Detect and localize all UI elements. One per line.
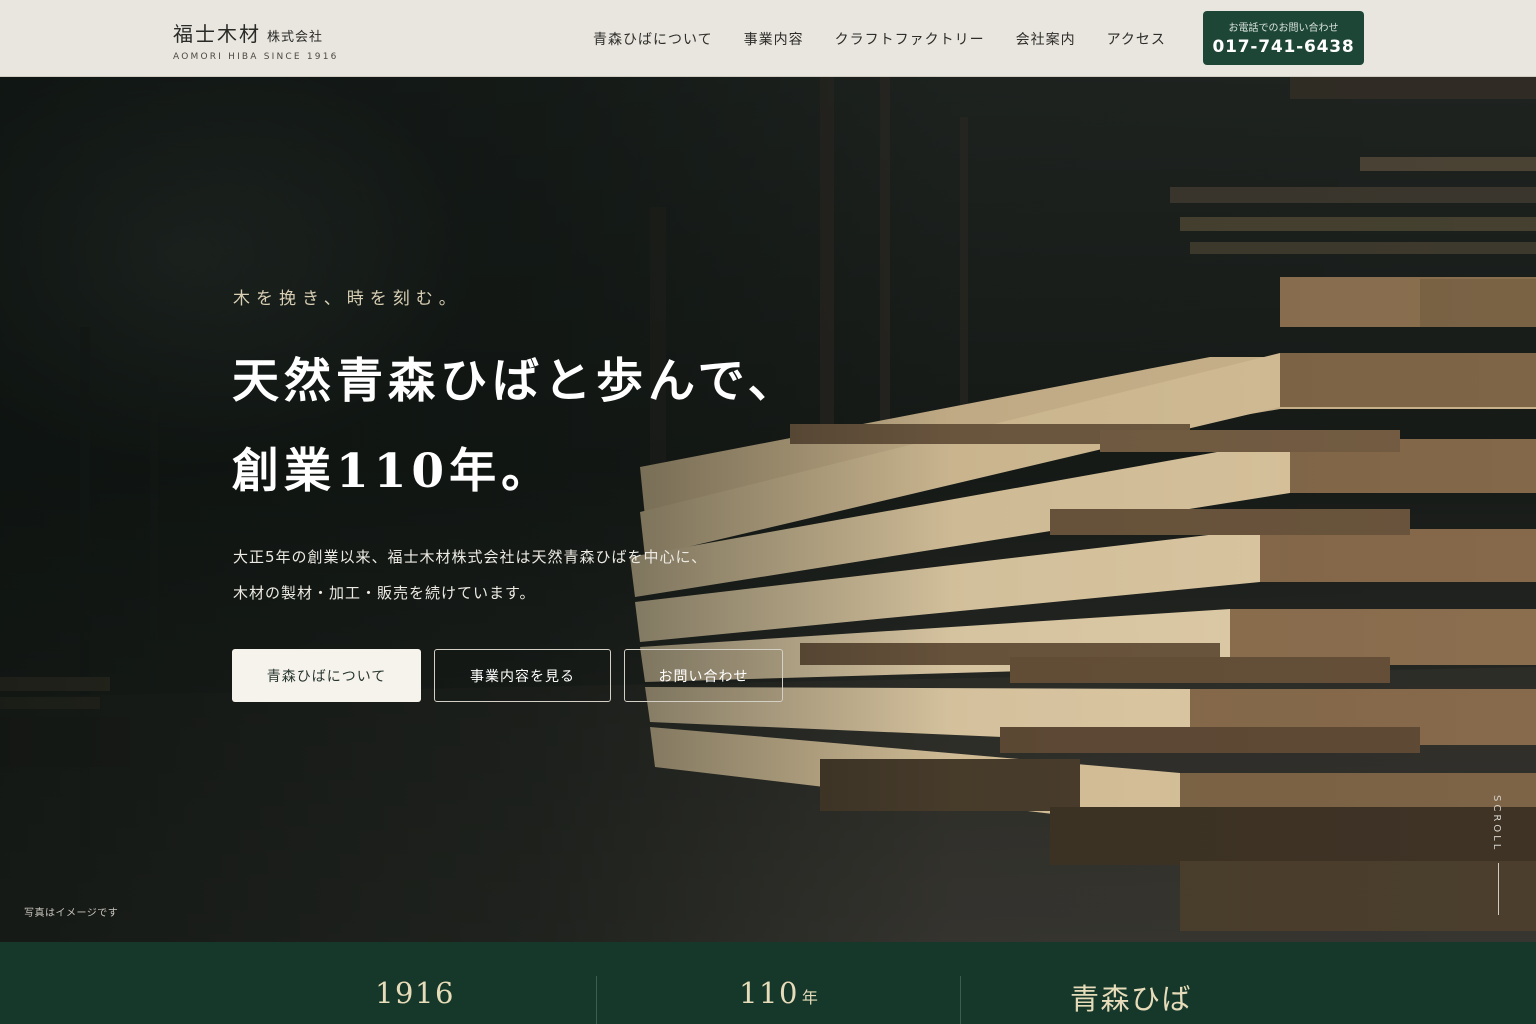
phone-label: お電話でのお問い合わせ [1228,23,1339,34]
nav-item-company[interactable]: 会社案内 [1016,29,1076,49]
nav-item-business[interactable]: 事業内容 [744,29,804,49]
hero-headline-line1: 天然青森ひばと歩んで、 [232,354,800,409]
stat-value: 1916 [375,976,455,1010]
scroll-line [1498,863,1499,915]
phone-number: 017-741-6438 [1212,37,1355,57]
nav-item-aomori-hiba[interactable]: 青森ひばについて [593,29,713,49]
hero-section: 木を挽き、時を刻む。 天然青森ひばと歩んで、 創業110年。 大正5年の創業以来… [0,77,1536,942]
hero-tagline: 木を挽き、時を刻む。 [233,289,462,309]
stat-unit: 年 [801,988,818,1007]
main-nav: 青森ひばについて 事業内容 クラフトファクトリー 会社案内 アクセス [593,29,1197,49]
about-hiba-button[interactable]: 青森ひばについて [232,649,421,702]
stats-band: 1916 110 年 青森ひば [0,942,1536,1024]
view-business-button[interactable]: 事業内容を見る [434,649,611,702]
photo-disclaimer: 写真はイメージです [24,908,119,919]
brand-logo[interactable]: 福士木材 株式会社 AOMORI HIBA SINCE 1916 [173,18,339,62]
hero-description-line2: 木材の製材・加工・販売を続けています。 [233,584,536,602]
phone-contact-button[interactable]: お電話でのお問い合わせ 017-741-6438 [1203,11,1364,65]
stat-value: 110 [739,976,799,1010]
hero-headline: 天然青森ひばと歩んで、 創業110年。 [232,337,800,517]
hero-description: 大正5年の創業以来、福士木材株式会社は天然青森ひばを中心に、 木材の製材・加工・… [233,539,707,611]
scroll-indicator[interactable]: SCROLL [1491,795,1502,852]
nav-item-access[interactable]: アクセス [1107,29,1166,49]
site-header: 福士木材 株式会社 AOMORI HIBA SINCE 1916 青森ひばについて… [0,0,1536,77]
hero-headline-line2: 創業110年。 [232,444,554,499]
contact-button[interactable]: お問い合わせ [624,649,783,702]
stat-founded-year: 1916 [234,976,596,1010]
hero-description-line1: 大正5年の創業以来、福士木材株式会社は天然青森ひばを中心に、 [233,548,708,566]
nav-item-craft-factory[interactable]: クラフトファクトリー [835,29,985,49]
stat-material: 青森ひば [961,976,1301,1018]
brand-name: 福士木材 [173,22,261,46]
stat-years: 110 年 [597,976,960,1010]
brand-subtitle: AOMORI HIBA SINCE 1916 [173,52,339,62]
hero-cta-group: 青森ひばについて 事業内容を見る お問い合わせ [232,649,796,702]
brand-suffix: 株式会社 [267,30,324,45]
stat-value: 青森ひば [1069,982,1192,1016]
